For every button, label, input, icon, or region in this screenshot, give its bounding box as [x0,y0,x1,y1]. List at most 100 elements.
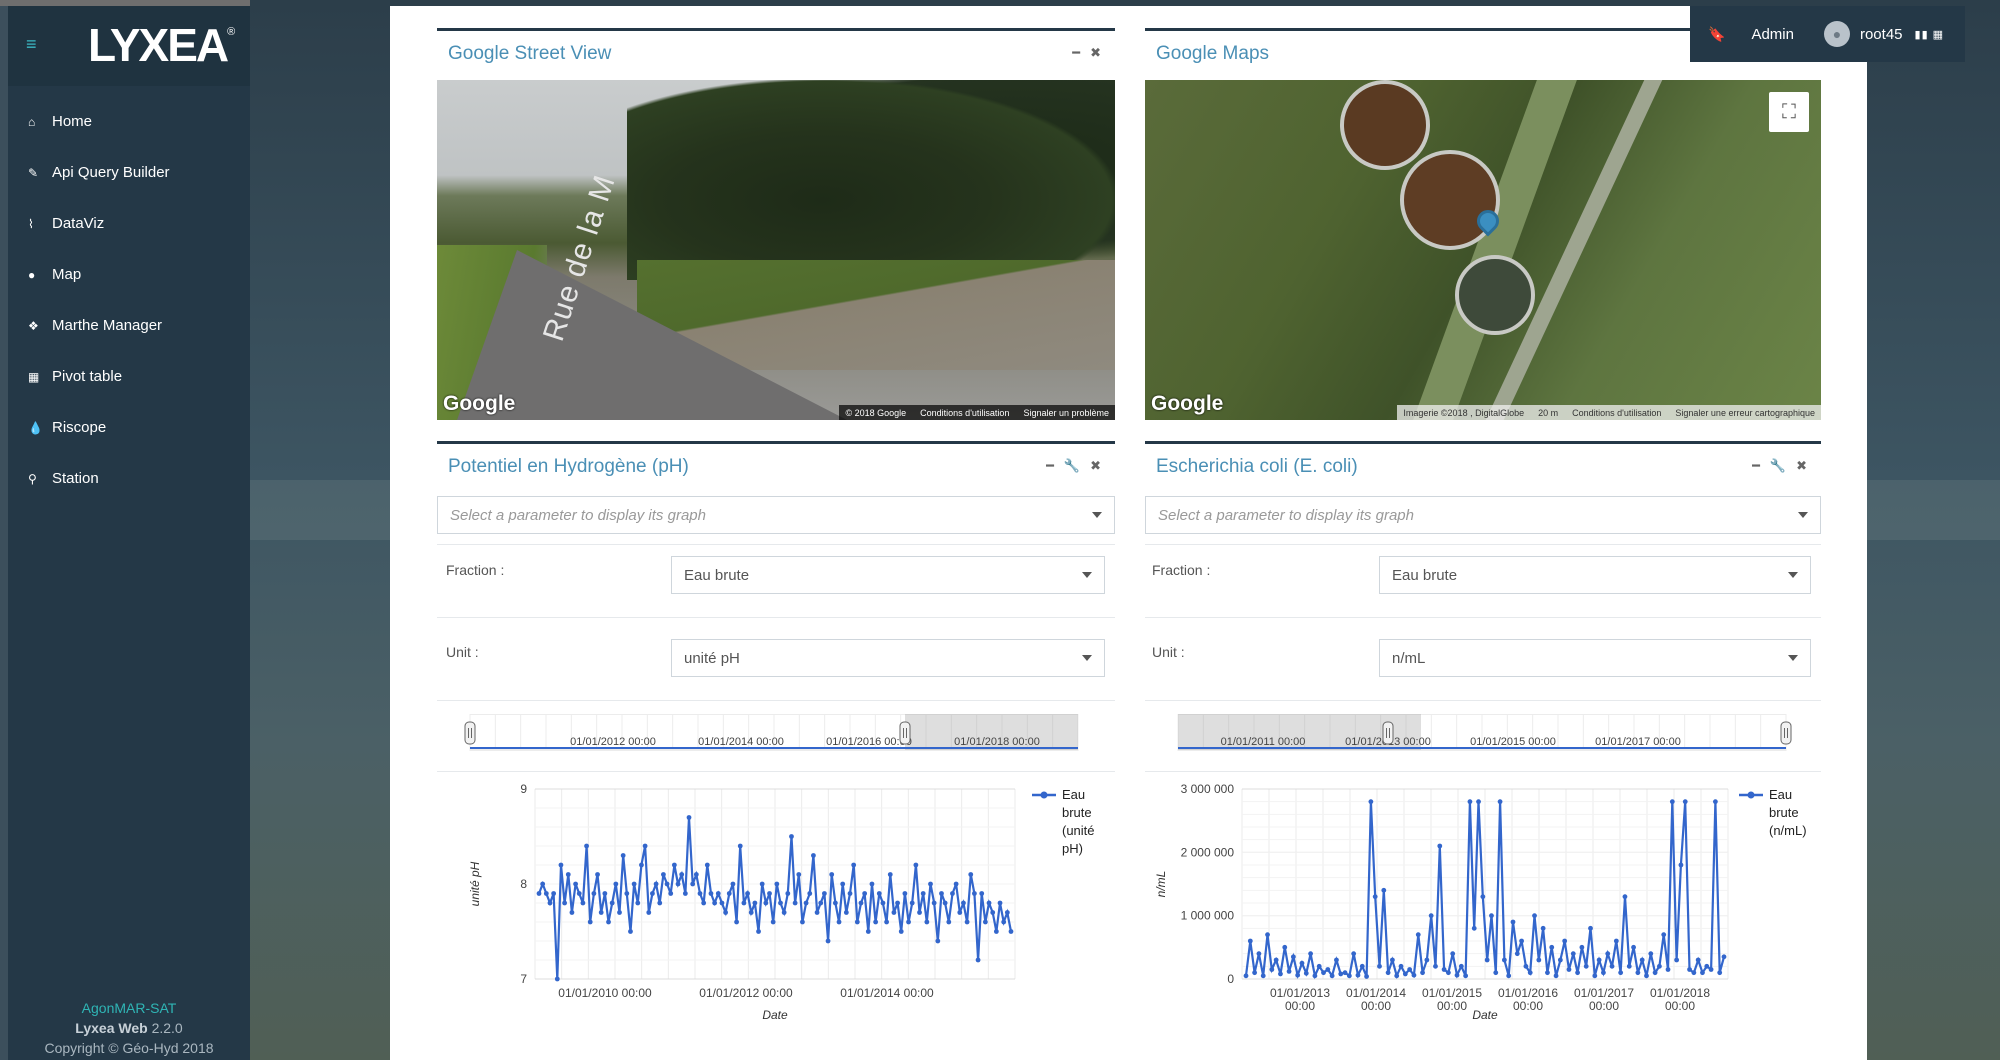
fraction-select[interactable]: Eau brute [671,556,1105,594]
username[interactable]: root45 [1860,26,1903,43]
range-navigator[interactable]: 01/01/2012 00:00 01/01/2014 00:00 01/01/20… [437,714,1115,769]
report-problem-link[interactable]: Signaler un problème [1023,408,1109,418]
x-tick-label: 00:00 [1361,999,1391,1013]
sidebar-item-label: Map [52,266,82,283]
data-point [1501,957,1507,963]
range-navigator[interactable]: 01/01/2011 00:00 01/01/2013 00:00 01/01/20… [1145,714,1821,769]
language-flags-icon[interactable]: ▮▮ ▦ [1915,28,1945,41]
unit-select[interactable]: unité pH [671,639,1105,677]
chevron-down-icon [1082,572,1092,578]
data-point [591,891,597,896]
sidebar-item-map[interactable]: ● Map [8,249,250,300]
sidebar-item-dataviz[interactable]: ⌇ DataViz [8,198,250,249]
x-axis-label: Date [762,1008,788,1022]
data-point [708,891,714,896]
navigator-handle [464,721,476,745]
data-point [1441,967,1447,972]
x-tick-label: 00:00 [1285,999,1315,1013]
minimize-icon[interactable]: ━ [1046,458,1054,474]
data-point [584,843,589,849]
data-point [1260,973,1266,979]
fullscreen-icon[interactable]: ⛶ [1769,92,1809,132]
street-view-image[interactable]: Rue de la M Google © 2018 Google Conditi… [437,80,1115,420]
divider [1145,700,1821,701]
data-point [1415,932,1421,938]
sidebar-item-home[interactable]: ⌂ Home [8,96,250,147]
data-point [1484,957,1490,963]
data-point [1665,967,1671,972]
close-icon[interactable]: ✖ [1090,458,1101,474]
sidebar-item-riscope[interactable]: 💧 Riscope [8,402,250,453]
data-point [1342,970,1348,976]
data-point [624,891,630,896]
close-icon[interactable]: ✖ [1796,458,1807,474]
admin-link[interactable]: Admin [1751,26,1794,43]
data-point [639,862,644,868]
unit-select[interactable]: n/mL [1379,639,1811,677]
sidebar-item-station[interactable]: ⚲ Station [8,453,250,504]
data-point [1368,799,1374,805]
data-point [1631,944,1636,950]
data-point [1390,957,1395,963]
sidebar-item-label: Riscope [52,419,107,436]
data-point [1282,944,1288,950]
data-point [595,872,600,877]
terms-link[interactable]: Conditions d'utilisation [1572,408,1661,418]
minimize-icon[interactable]: ━ [1752,458,1760,474]
minimize-icon[interactable]: ━ [1072,45,1080,61]
data-point [1385,970,1391,976]
data-point [657,900,663,906]
data-point [1700,970,1705,976]
wrench-icon[interactable]: 🔧 [1770,458,1786,474]
report-error-link[interactable]: Signaler une erreur cartographique [1675,408,1815,418]
data-point [829,872,835,877]
data-point [880,900,886,906]
widget-ph: Potentiel en Hydrogène (pH) ━ 🔧 ✖ Select… [437,441,1115,1051]
terms-link[interactable]: Conditions d'utilisation [920,408,1009,418]
legend-label: brute [1769,805,1799,820]
data-point [902,891,908,896]
widget-tools: ━ 🔧 ✖ [1046,458,1101,474]
data-point [979,891,985,896]
satellite-map[interactable]: ⛶ Google Imagerie ©2018 , DigitalGlobe 2… [1145,80,1821,420]
navigator-handle [899,721,911,745]
data-point [1613,938,1619,944]
data-point [865,929,871,934]
data-point [1583,963,1589,969]
data-point [1639,957,1645,963]
data-point [756,929,761,934]
sidebar-item-marthe-manager[interactable]: ❖ Marthe Manager [8,300,250,351]
data-point [982,919,988,925]
parameter-select[interactable]: Select a parameter to display its graph [437,496,1115,534]
navigator-label: 01/01/2017 00:00 [1595,736,1681,748]
data-point [990,910,996,915]
sidebar-item-api-query-builder[interactable]: ✎ Api Query Builder [8,147,250,198]
sidebar-item-label: Api Query Builder [52,164,170,181]
data-point [1661,932,1667,938]
close-icon[interactable]: ✖ [1090,45,1101,61]
data-point [554,976,560,982]
data-point [851,862,857,868]
sidebar-item-label: DataViz [52,215,105,232]
hamburger-menu-icon[interactable]: ≡ [26,34,37,55]
parameter-select[interactable]: Select a parameter to display its graph [1145,496,1821,534]
wrench-icon[interactable]: 🔧 [1064,458,1080,474]
road-shape [457,250,847,420]
widget-header: Google Street View ━ ✖ [437,31,1115,77]
data-point [1463,973,1469,979]
y-tick-label: 8 [520,877,527,891]
data-point [1325,967,1331,972]
data-point [928,881,933,887]
widget-header: Potentiel en Hydrogène (pH) ━ 🔧 ✖ [437,444,1115,490]
fraction-select[interactable]: Eau brute [1379,556,1811,594]
widget-title: Google Street View [448,43,612,64]
sidebar-item-pivot-table[interactable]: ▦ Pivot table [8,351,250,402]
data-point [1437,843,1443,849]
data-point [924,919,930,925]
app-logo[interactable]: LYXEA® [88,18,235,72]
data-point [920,891,926,896]
avatar-icon[interactable]: ● [1823,21,1850,47]
attribution-bar: © 2018 Google Conditions d'utilisation S… [839,405,1115,420]
bookmark-icon[interactable]: 🔖 [1708,26,1725,43]
data-point [873,919,879,925]
